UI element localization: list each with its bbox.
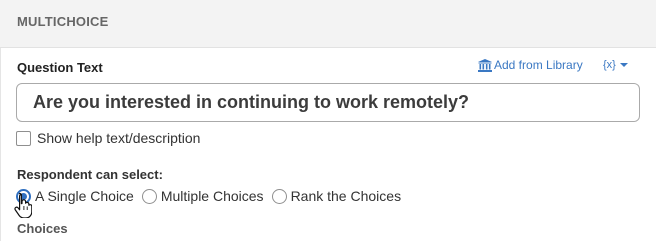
choices-label: Choices	[17, 221, 68, 236]
bank-icon	[478, 58, 492, 72]
multiple-choices-label: Multiple Choices	[160, 188, 264, 204]
show-help-option[interactable]: Show help text/description	[16, 129, 200, 147]
section-header: MULTICHOICE	[0, 0, 656, 48]
question-text-label: Question Text	[17, 60, 103, 75]
add-from-library-link[interactable]: Add from Library	[478, 57, 583, 73]
question-text-input[interactable]	[16, 83, 640, 122]
rank-choices-label: Rank the Choices	[290, 188, 402, 204]
option-rank-choices[interactable]: Rank the Choices	[271, 188, 402, 204]
single-choice-label: A Single Choice	[35, 188, 134, 204]
rank-choices-radio[interactable]	[271, 188, 287, 204]
add-from-library-label: Add from Library	[494, 58, 583, 72]
option-multiple-choices[interactable]: Multiple Choices	[141, 188, 264, 204]
show-help-label: Show help text/description	[37, 130, 201, 146]
section-title: MULTICHOICE	[17, 14, 109, 29]
respondent-select-group: A Single Choice Multiple Choices Rank th…	[16, 187, 409, 205]
show-help-checkbox[interactable]	[16, 130, 31, 146]
option-single-choice[interactable]: A Single Choice	[16, 188, 134, 204]
respondent-select-label: Respondent can select:	[17, 167, 163, 182]
insert-variable-label: {x}	[603, 59, 616, 71]
hand-pointer-icon	[14, 192, 32, 218]
multiple-choices-radio[interactable]	[141, 188, 157, 204]
insert-variable-button[interactable]: {x}	[603, 57, 628, 73]
caret-down-icon	[619, 63, 628, 67]
